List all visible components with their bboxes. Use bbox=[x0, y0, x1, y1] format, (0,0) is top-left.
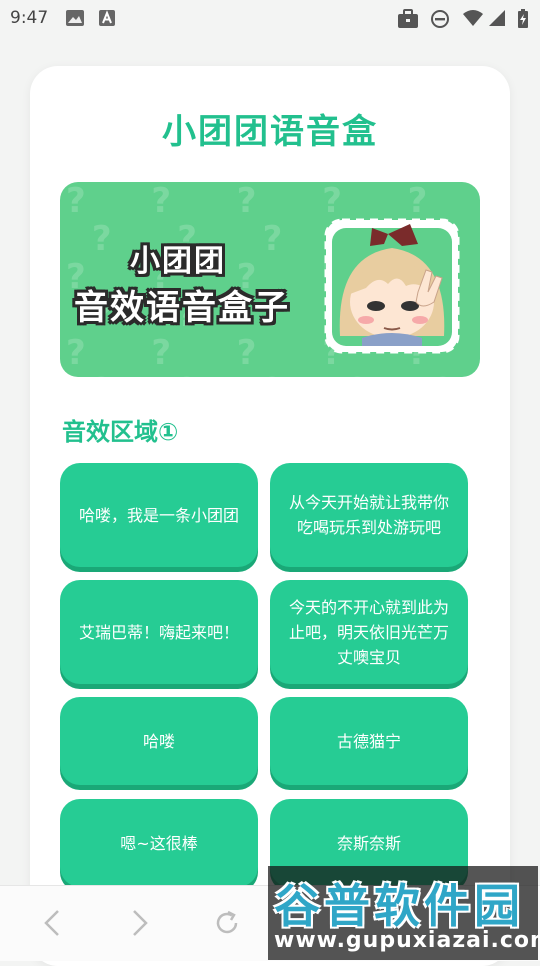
briefcase-icon bbox=[397, 9, 419, 33]
status-bar: 9:47 bbox=[0, 0, 540, 36]
sound-button-1[interactable]: 哈喽，我是一条小团团 bbox=[60, 463, 258, 567]
sound-button-grid: 哈喽，我是一条小团团 从今天开始就让我带你吃喝玩乐到处游玩吧 艾瑞巴蒂！嗨起来吧… bbox=[60, 463, 468, 887]
watermark-text: 谷普软件园 bbox=[274, 879, 524, 933]
banner-title-line2: 音效语音盒子 bbox=[74, 288, 290, 328]
sound-button-6[interactable]: 古德猫宁 bbox=[270, 697, 468, 785]
banner-character-image bbox=[322, 216, 462, 356]
do-not-disturb-icon bbox=[430, 9, 450, 33]
sound-button-3[interactable]: 艾瑞巴蒂！嗨起来吧！ bbox=[60, 580, 258, 684]
refresh-icon[interactable] bbox=[212, 908, 242, 942]
sound-button-5[interactable]: 哈喽 bbox=[60, 697, 258, 785]
signal-icon bbox=[488, 9, 506, 31]
banner: ? ? ? ? ? ? ? ? ? ? ? ? ? ? ? ? ? ? ? ? … bbox=[60, 182, 480, 377]
forward-icon[interactable] bbox=[126, 908, 152, 942]
sound-button-7[interactable]: 嗯~这很棒 bbox=[60, 799, 258, 887]
sound-button-2[interactable]: 从今天开始就让我带你吃喝玩乐到处游玩吧 bbox=[270, 463, 468, 567]
wifi-icon bbox=[462, 9, 484, 31]
watermark-url: www.gupuxiazai.com bbox=[274, 928, 540, 953]
section-title: 音效区域① bbox=[62, 418, 179, 446]
text-a-icon bbox=[98, 9, 116, 31]
image-icon bbox=[65, 9, 85, 31]
banner-title-line1: 小团团 bbox=[130, 244, 226, 279]
sound-button-4[interactable]: 今天的不开心就到此为止吧，明天依旧光芒万丈噢宝贝 bbox=[270, 580, 468, 684]
status-time: 9:47 bbox=[10, 8, 49, 28]
back-icon[interactable] bbox=[40, 908, 66, 942]
battery-charging-icon bbox=[517, 9, 529, 33]
watermark: 谷普软件园 www.gupuxiazai.com bbox=[268, 866, 540, 960]
page-title: 小团团语音盒 bbox=[162, 112, 378, 152]
